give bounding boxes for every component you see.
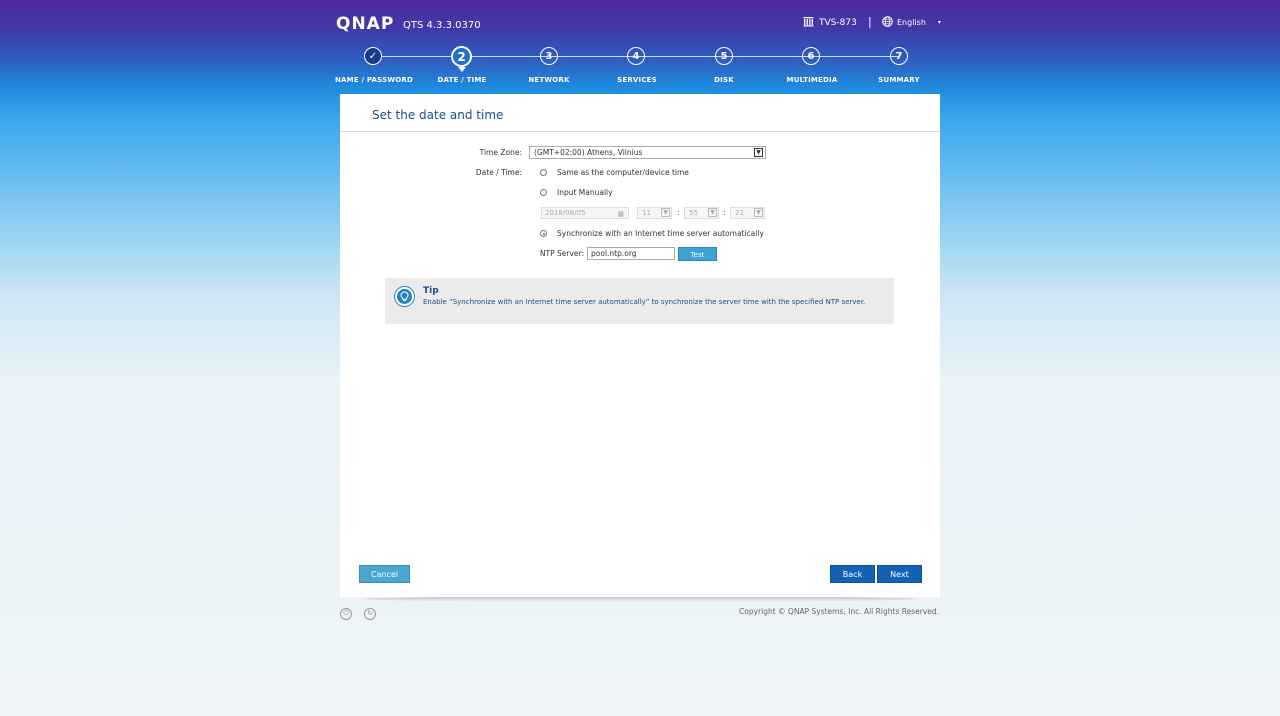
ntp-server-label: NTP Server: <box>539 249 584 258</box>
manual-date-input[interactable]: 2018/08/05 ▦ <box>541 207 629 219</box>
manual-date-value: 2018/08/05 <box>545 209 586 217</box>
radio-label-input-manually: Input Manually <box>557 188 613 197</box>
step-label-name-password: NAME / PASSWORD <box>334 76 414 84</box>
step-7-indicator: 7 <box>890 47 908 65</box>
qts-version: QTS 4.3.3.0370 <box>403 20 481 31</box>
chevron-down-icon: ▼ <box>661 208 670 217</box>
step-label-network: NETWORK <box>528 76 570 84</box>
second-select[interactable]: 21 ▼ <box>730 207 765 219</box>
chevron-down-icon: ▼ <box>754 208 763 217</box>
step-6-indicator: 6 <box>802 47 820 65</box>
step-1-check-icon: ✓ <box>364 47 382 65</box>
time-zone-label: Time Zone: <box>479 148 522 157</box>
page-title: Set the date and time <box>372 108 504 122</box>
step-4-indicator: 4 <box>627 47 645 65</box>
qnap-logo: QNAP <box>336 14 395 34</box>
tip-text: Enable “Synchronize with an Internet tim… <box>423 298 866 306</box>
step-label-multimedia: MULTIMEDIA <box>786 76 838 84</box>
time-separator: : <box>677 208 680 217</box>
step-2-indicator: 2 <box>451 46 472 67</box>
next-button[interactable]: Next <box>877 565 922 583</box>
power-icon[interactable]: ⏻ <box>340 608 352 620</box>
ntp-server-input[interactable]: pool.ntp.org <box>587 247 675 260</box>
lightbulb-icon <box>395 287 414 306</box>
cancel-button[interactable]: Cancel <box>359 565 410 583</box>
tip-title: Tip <box>423 286 439 296</box>
device-name-link[interactable]: TVS-873 <box>803 16 857 30</box>
step-label-disk: DISK <box>714 76 734 84</box>
header-separator: | <box>868 15 872 28</box>
second-value: 21 <box>735 209 744 217</box>
chevron-down-icon: ▼ <box>754 148 763 157</box>
minute-value: 55 <box>689 209 698 217</box>
hour-value: 11 <box>642 209 651 217</box>
building-columns-icon <box>803 16 814 30</box>
language-label: English <box>897 18 926 27</box>
step-3-indicator: 3 <box>540 47 558 65</box>
calendar-icon: ▦ <box>617 210 624 218</box>
time-zone-select[interactable]: (GMT+02:00) Athens, Vilnius ▼ <box>529 146 766 159</box>
title-divider <box>340 131 940 132</box>
step-label-services: SERVICES <box>617 76 657 84</box>
minute-select[interactable]: 55 ▼ <box>684 207 719 219</box>
globe-icon <box>882 16 893 29</box>
copyright-text: Copyright © QNAP Systems, Inc. All Right… <box>739 607 939 616</box>
restart-icon[interactable]: ↻ <box>364 608 376 620</box>
wizard-panel: Set the date and time Time Zone: (GMT+02… <box>340 94 940 597</box>
step-5-indicator: 5 <box>715 47 733 65</box>
step-label-summary: SUMMARY <box>878 76 920 84</box>
radio-same-as-computer[interactable] <box>540 169 547 176</box>
radio-label-same-as-computer: Same as the computer/device time <box>557 168 689 177</box>
device-name: TVS-873 <box>819 18 857 28</box>
chevron-down-icon: ▼ <box>708 208 717 217</box>
radio-label-sync-ntp: Synchronize with an Internet time server… <box>557 229 764 238</box>
language-selector[interactable]: English ▾ <box>882 16 941 29</box>
radio-sync-ntp[interactable] <box>540 230 547 237</box>
radio-input-manually[interactable] <box>540 189 547 196</box>
test-button[interactable]: Test <box>678 247 717 261</box>
date-time-label: Date / Time: <box>475 168 522 177</box>
time-separator: : <box>723 208 726 217</box>
hour-select[interactable]: 11 ▼ <box>637 207 672 219</box>
time-zone-value: (GMT+02:00) Athens, Vilnius <box>534 148 643 157</box>
back-button[interactable]: Back <box>830 565 875 583</box>
chevron-down-icon: ▾ <box>937 19 941 26</box>
step-label-date-time: DATE / TIME <box>437 76 487 84</box>
tip-box: Tip Enable “Synchronize with an Internet… <box>385 278 894 324</box>
